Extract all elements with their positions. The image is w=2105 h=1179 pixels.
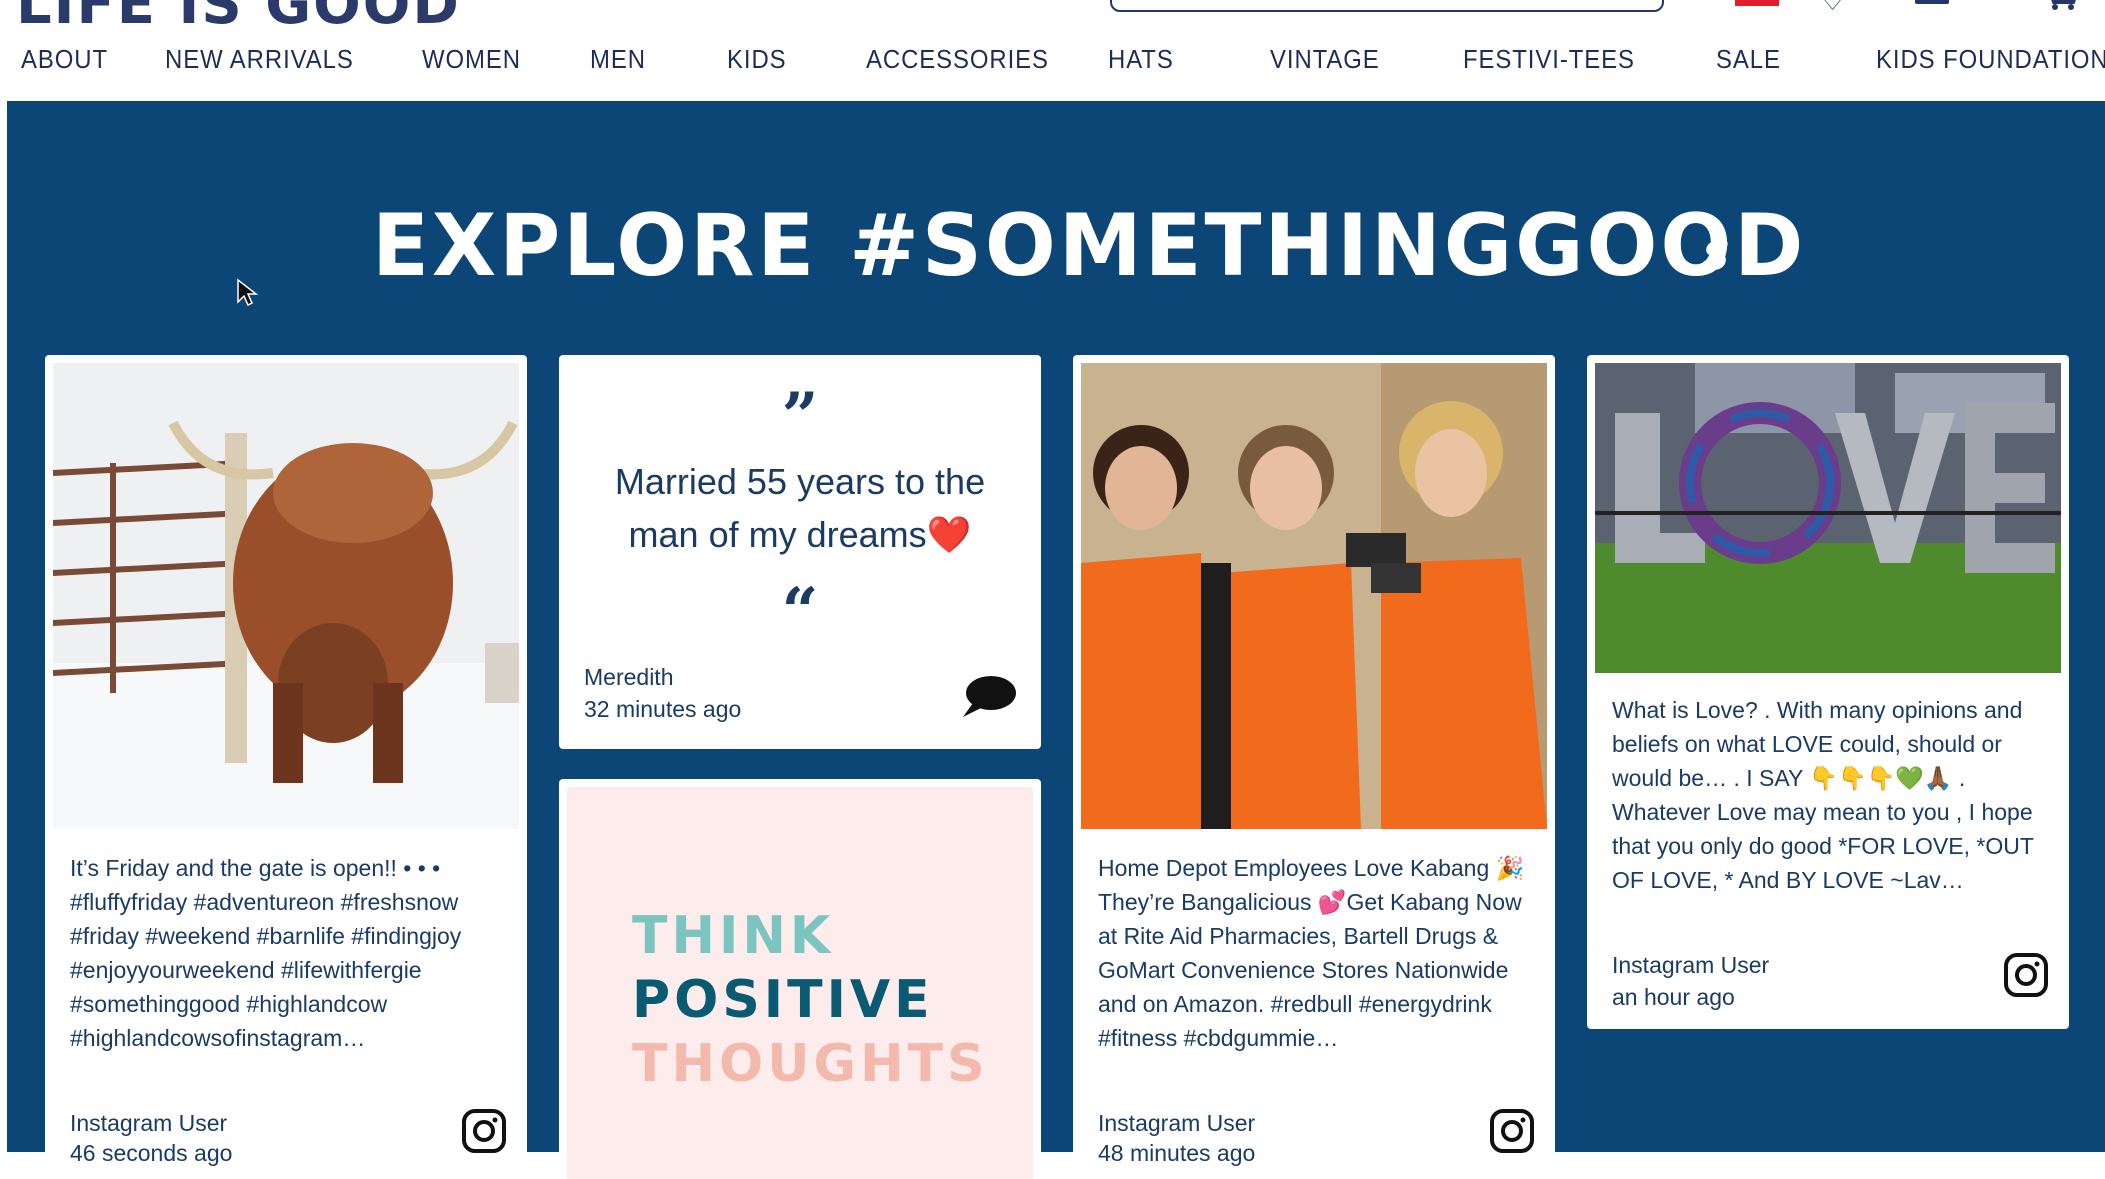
- love-sculpture-photo[interactable]: [1595, 363, 2061, 673]
- thoughts-text: THOUGHTS: [632, 1034, 989, 1094]
- nav-hats[interactable]: HATS: [1108, 44, 1174, 75]
- nav-sale[interactable]: SALE: [1716, 44, 1781, 75]
- homedepot-post-time: 48 minutes ago: [1098, 1140, 1256, 1166]
- feed-card-homedepot[interactable]: Home Depot Employees Love Kabang 🎉 They’…: [1073, 355, 1555, 1175]
- nav-kids[interactable]: KIDS: [727, 44, 787, 75]
- nav-kids-foundation[interactable]: KIDS FOUNDATION: [1876, 44, 2105, 75]
- instagram-icon[interactable]: [1490, 1109, 1534, 1153]
- think-positive-graphic[interactable]: THINK POSITIVE THOUGHTS: [567, 787, 1033, 1179]
- cow-post-time: 46 seconds ago: [70, 1140, 233, 1166]
- quote-text: Married 55 years to the man of my dreams…: [614, 461, 986, 555]
- feed-card-think-positive[interactable]: THINK POSITIVE THOUGHTS: [559, 779, 1041, 1179]
- nav-men[interactable]: MEN: [590, 44, 646, 75]
- love-post-time: an hour ago: [1612, 984, 1735, 1010]
- mouse-cursor-icon: [237, 278, 258, 307]
- cow-post-text: It’s Friday and the gate is open!! • • •…: [70, 855, 462, 1051]
- nav-about[interactable]: ABOUT: [21, 44, 108, 75]
- homedepot-photo[interactable]: [1081, 363, 1547, 829]
- account-icon[interactable]: [1913, 0, 1953, 4]
- site-header: LIFE IS GOOD ♡ ABOUT NEW ARRIVALS WOMEN …: [0, 0, 2105, 100]
- cow-post-author: Instagram User: [70, 1110, 228, 1136]
- love-post-text: What is Love? . With many opinions and b…: [1612, 697, 2034, 893]
- heart-icon[interactable]: ♡: [1820, 0, 1845, 17]
- feed-card-love[interactable]: What is Love? . With many opinions and b…: [1587, 355, 2069, 1029]
- think-text: THINK: [632, 906, 835, 966]
- nav-vintage[interactable]: VINTAGE: [1270, 44, 1380, 75]
- section-headline: EXPLORE #SOMETHINGGOOD: [372, 196, 1807, 296]
- positive-text: POSITIVE: [632, 970, 934, 1030]
- nav-festivi-tees[interactable]: FESTIVI-TEES: [1463, 44, 1635, 75]
- main-nav: ABOUT NEW ARRIVALS WOMEN MEN KIDS ACCESS…: [0, 44, 2105, 76]
- speech-bubble-icon[interactable]: [961, 673, 1017, 721]
- something-good-section: EXPLORE #SOMETHINGGOOD s It’s Friday and…: [7, 101, 2105, 1179]
- cow-photo[interactable]: [53, 363, 519, 829]
- feed-card-cow[interactable]: It’s Friday and the gate is open!! • • •…: [45, 355, 527, 1175]
- love-post-author: Instagram User: [1612, 952, 1770, 978]
- homedepot-post-text: Home Depot Employees Love Kabang 🎉 They’…: [1098, 855, 1525, 1051]
- instagram-icon[interactable]: [462, 1109, 506, 1153]
- cart-icon[interactable]: [2040, 0, 2080, 10]
- nav-new-arrivals[interactable]: NEW ARRIVALS: [165, 44, 354, 75]
- close-quote-mark: “: [781, 574, 819, 649]
- nav-accessories[interactable]: ACCESSORIES: [866, 44, 1049, 75]
- flag-icon[interactable]: [1735, 0, 1779, 6]
- instagram-icon[interactable]: [2004, 953, 2048, 997]
- nav-women[interactable]: WOMEN: [422, 44, 521, 75]
- open-quote-mark: ”: [781, 379, 819, 454]
- headline-script-tail: s: [1702, 219, 1730, 282]
- quote-time: 32 minutes ago: [584, 696, 742, 722]
- quote-author: Meredith: [584, 664, 674, 690]
- search-input[interactable]: [1110, 0, 1664, 12]
- feed-card-quote[interactable]: ” Married 55 years to the man of my drea…: [559, 355, 1041, 749]
- site-logo[interactable]: LIFE IS GOOD: [16, 0, 461, 37]
- homedepot-post-author: Instagram User: [1098, 1110, 1256, 1136]
